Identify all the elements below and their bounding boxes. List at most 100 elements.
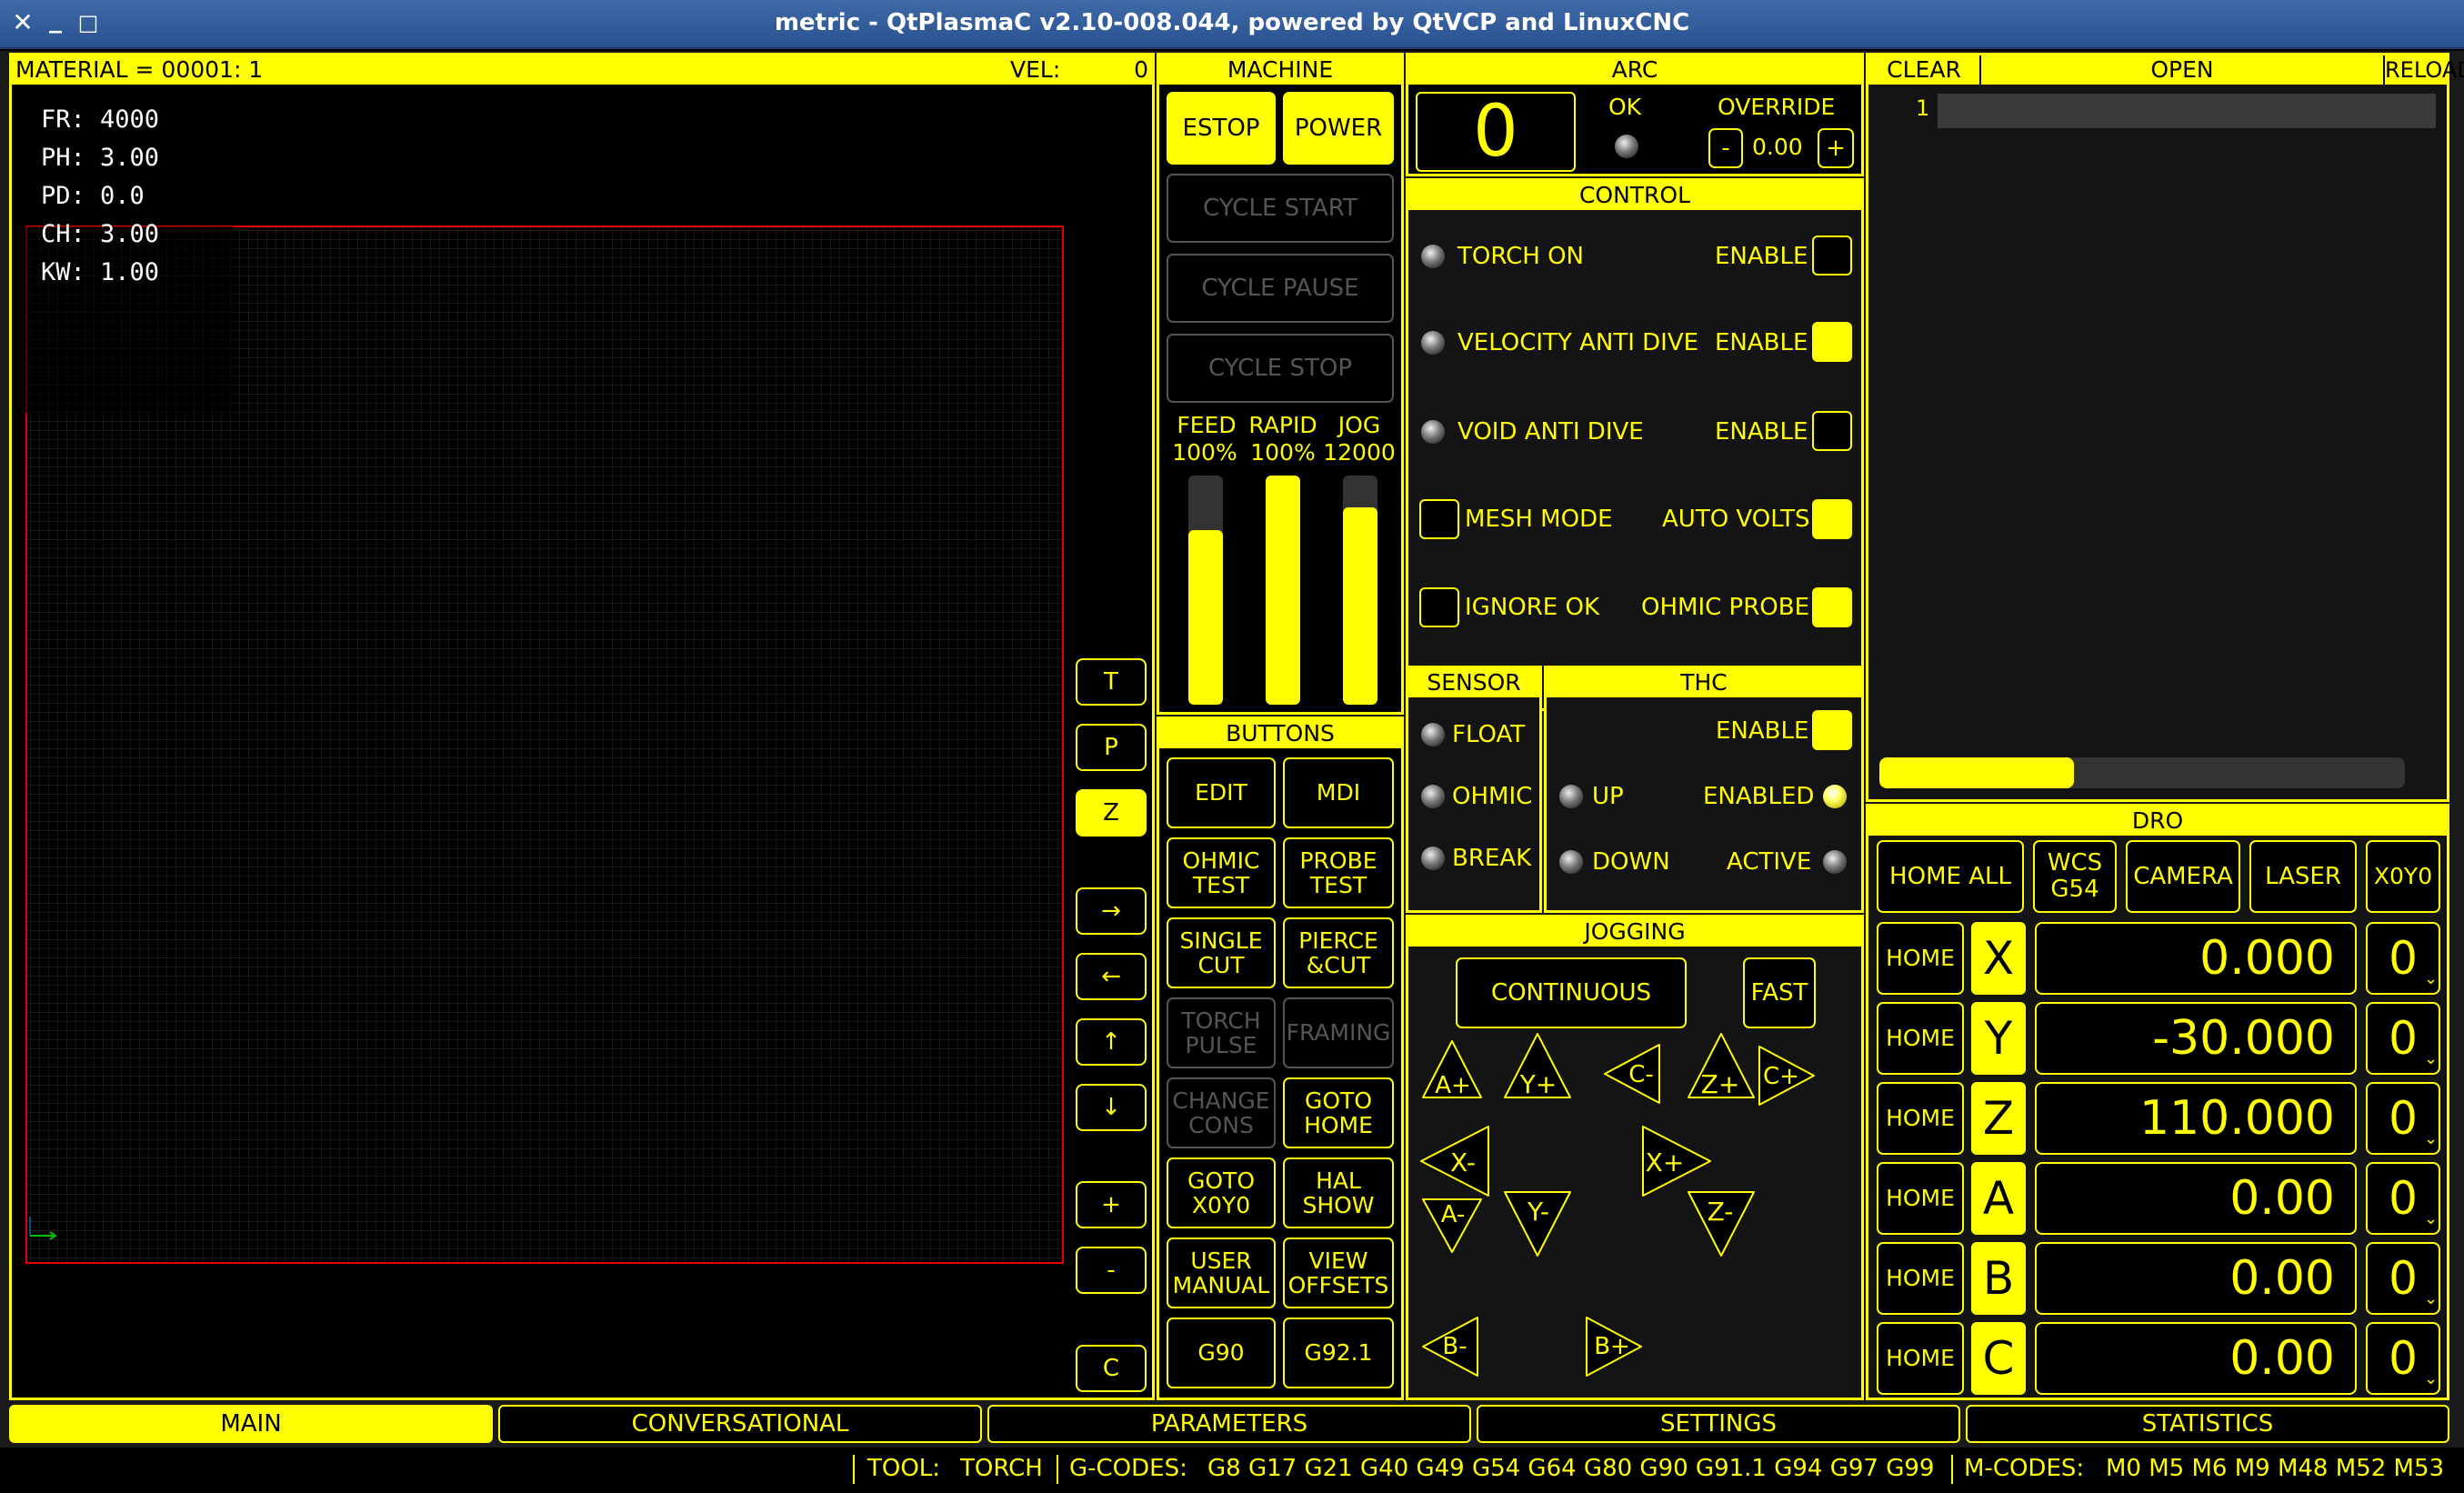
auto-volts-checkbox[interactable] <box>1812 499 1852 539</box>
axis-z-label[interactable]: Z <box>1971 1082 2026 1155</box>
torch-enable-checkbox[interactable] <box>1812 235 1852 276</box>
pan-up-button[interactable]: ↑ <box>1076 1018 1147 1066</box>
ohmic-probe-checkbox[interactable] <box>1812 587 1852 627</box>
framing-button[interactable]: FRAMING <box>1283 997 1394 1068</box>
override-minus-button[interactable]: - <box>1708 128 1743 168</box>
feed-slider[interactable] <box>1188 476 1223 705</box>
zoom-out-button[interactable]: - <box>1076 1247 1147 1294</box>
x0y0-button[interactable]: X0Y0 <box>2366 840 2440 913</box>
ohmic-test-button[interactable]: OHMIC TEST <box>1167 837 1276 908</box>
home-x-button[interactable]: HOME <box>1877 922 1964 995</box>
cycle-start-button[interactable]: CYCLE START <box>1167 174 1394 243</box>
chevron-down-icon: ⌄ <box>2424 1129 2439 1148</box>
pan-right-button[interactable]: → <box>1076 887 1147 935</box>
pierce-cut-button[interactable]: PIERCE &CUT <box>1283 917 1394 988</box>
torch-enable-label: ENABLE <box>1715 243 1808 270</box>
view-offsets-button[interactable]: VIEW OFFSETS <box>1283 1237 1394 1308</box>
axis-c-label[interactable]: C <box>1971 1322 2026 1395</box>
home-a-button[interactable]: HOME <box>1877 1162 1964 1235</box>
clear-button[interactable]: CLEAR <box>1868 55 1981 85</box>
g90-button[interactable]: G90 <box>1167 1318 1276 1388</box>
window-title: metric - QtPlasmaC v2.10-008.044, powere… <box>774 9 1690 36</box>
wcs-button[interactable]: WCS G54 <box>2033 840 2117 913</box>
rapid-slider[interactable] <box>1266 476 1300 705</box>
thc-up-label: UP <box>1592 783 1624 810</box>
home-c-button[interactable]: HOME <box>1877 1322 1964 1395</box>
sensor-panel: SENSOR FLOAT OHMIC BREAK <box>1406 666 1542 913</box>
estop-button[interactable]: ESTOP <box>1167 92 1276 165</box>
tool-value: TORCH <box>960 1455 1043 1482</box>
control-header: CONTROL <box>1408 181 1861 210</box>
tab-statistics[interactable]: STATISTICS <box>1966 1405 2449 1443</box>
param-ph: PH: 3.00 <box>41 144 160 172</box>
cycle-stop-button[interactable]: CYCLE STOP <box>1167 334 1394 403</box>
axis-y-label[interactable]: Y <box>1971 1002 2026 1075</box>
goto-home-button[interactable]: GOTO HOME <box>1283 1077 1394 1148</box>
mdi-button[interactable]: MDI <box>1283 757 1394 828</box>
tab-parameters[interactable]: PARAMETERS <box>987 1405 1471 1443</box>
gcode-panel: CLEAR OPEN RELOAD 1 <box>1866 53 2464 802</box>
float-led <box>1421 723 1445 746</box>
view-perspective-button[interactable]: P <box>1076 724 1147 771</box>
axis-b-label[interactable]: B <box>1971 1242 2026 1315</box>
vel-label: VEL: <box>1010 56 1061 83</box>
auto-volts-label: AUTO VOLTS <box>1662 506 1810 533</box>
thc-down-label: DOWN <box>1592 848 1670 876</box>
break-led <box>1421 847 1445 870</box>
gcode-editor[interactable]: 1 <box>1868 85 2447 757</box>
buttons-panel: BUTTONS EDIT MDI OHMIC TEST PROBE TEST SINGL… <box>1157 716 1404 1400</box>
tab-settings[interactable]: SETTINGS <box>1477 1405 1960 1443</box>
override-plus-button[interactable]: + <box>1818 128 1854 168</box>
axis-x-label[interactable]: X <box>1971 922 2026 995</box>
edit-button[interactable]: EDIT <box>1167 757 1276 828</box>
open-button[interactable]: OPEN <box>1981 55 2385 85</box>
single-cut-button[interactable]: SINGLE CUT <box>1167 917 1276 988</box>
view-z-button[interactable]: Z <box>1076 789 1147 837</box>
arc-header: ARC <box>1408 55 1861 85</box>
zoom-in-button[interactable]: + <box>1076 1181 1147 1228</box>
camera-button[interactable]: CAMERA <box>2126 840 2240 913</box>
feed-label: FEED <box>1177 412 1237 438</box>
change-consumables-button[interactable]: CHANGE CONS <box>1167 1077 1276 1148</box>
goto-x0y0-button[interactable]: GOTO X0Y0 <box>1167 1157 1276 1228</box>
tab-main[interactable]: MAIN <box>9 1405 493 1443</box>
clear-preview-button[interactable]: C <box>1076 1345 1147 1392</box>
probe-test-button[interactable]: PROBE TEST <box>1283 837 1394 908</box>
cycle-pause-button[interactable]: CYCLE PAUSE <box>1167 254 1394 323</box>
ignore-ok-checkbox[interactable] <box>1419 587 1459 627</box>
axis-a-label[interactable]: A <box>1971 1162 2026 1235</box>
home-all-button[interactable]: HOME ALL <box>1877 840 2024 913</box>
laser-button[interactable]: LASER <box>2249 840 2357 913</box>
gcode-preview[interactable]: FR: 4000 PH: 3.00 PD: 0.0 CH: 3.00 KW: 1… <box>12 85 1074 1398</box>
jogging-panel: JOGGING CONTINUOUS FAST A+ Y+ C- Z+ C+ X… <box>1406 915 1864 1400</box>
g92-1-button[interactable]: G92.1 <box>1283 1318 1394 1388</box>
pan-down-button[interactable]: ↓ <box>1076 1084 1147 1131</box>
preview-header: MATERIAL = 00001: 1 VEL: 0 <box>12 55 1152 85</box>
override-label: OVERRIDE <box>1718 94 1836 120</box>
thc-active-led <box>1823 850 1847 874</box>
jog-value: 12000 <box>1323 439 1396 466</box>
mesh-mode-checkbox[interactable] <box>1419 499 1459 539</box>
line-number: 1 <box>1916 95 1930 121</box>
thc-enable-checkbox[interactable] <box>1812 710 1852 750</box>
power-button[interactable]: POWER <box>1283 92 1394 165</box>
home-b-button[interactable]: HOME <box>1877 1242 1964 1315</box>
thc-up-led <box>1559 785 1583 808</box>
velocity-anti-dive-led <box>1421 331 1445 355</box>
tab-conversational[interactable]: CONVERSATIONAL <box>498 1405 982 1443</box>
velocity-anti-dive-checkbox[interactable] <box>1812 322 1852 362</box>
torch-pulse-button[interactable]: TORCH PULSE <box>1167 997 1276 1068</box>
chevron-down-icon: ⌄ <box>2424 1289 2439 1308</box>
thc-header: THC <box>1547 668 1861 697</box>
reload-button[interactable]: RELOAD <box>2385 55 2464 85</box>
hal-show-button[interactable]: HAL SHOW <box>1283 1157 1394 1228</box>
gcodes-label: G-CODES: <box>1069 1455 1187 1482</box>
view-top-button[interactable]: T <box>1076 658 1147 706</box>
void-anti-dive-checkbox[interactable] <box>1812 411 1852 451</box>
home-y-button[interactable]: HOME <box>1877 1002 1964 1075</box>
jog-slider[interactable] <box>1343 476 1377 705</box>
user-manual-button[interactable]: USER MANUAL <box>1167 1237 1276 1308</box>
control-panel: CONTROL TORCH ON ENABLE VELOCITY ANTI DI… <box>1406 178 1864 711</box>
pan-left-button[interactable]: ← <box>1076 953 1147 1000</box>
home-z-button[interactable]: HOME <box>1877 1082 1964 1155</box>
